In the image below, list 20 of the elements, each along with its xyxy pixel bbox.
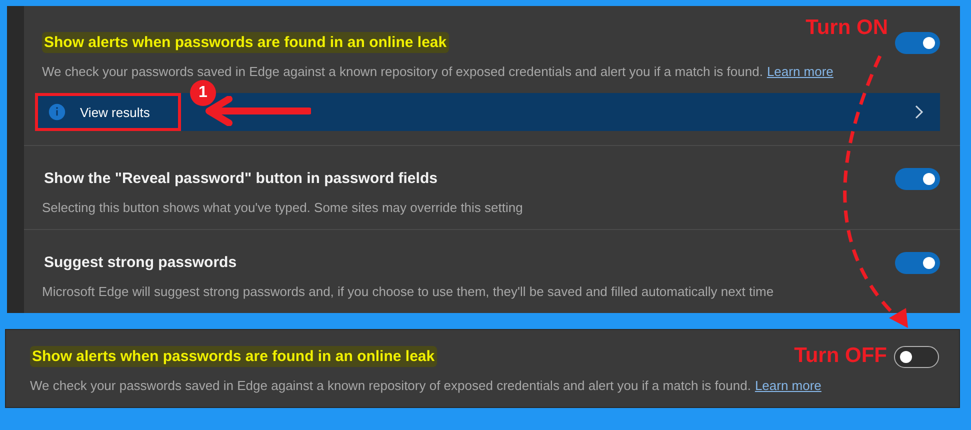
setting-title: Show alerts when passwords are found in an online leak (30, 346, 437, 367)
annotation-label: Turn ON (806, 16, 888, 40)
setting-description: We check your passwords saved in Edge against a known repository of exposed credentials and alert you if a match is found. (30, 378, 751, 393)
annotation-label: Turn OFF (794, 344, 887, 368)
setting-title: Suggest strong passwords (43, 253, 238, 273)
toggle-switch[interactable] (895, 32, 940, 54)
chevron-right-icon[interactable] (914, 104, 924, 120)
learn-more-link[interactable]: Learn more (754, 378, 822, 393)
step-badge: 1 (190, 80, 216, 106)
view-results-button[interactable]: View results (35, 93, 181, 131)
setting-description: We check your passwords saved in Edge against a known repository of exposed credentials and alert you if a match is found. (42, 64, 763, 79)
toggle-switch[interactable] (894, 346, 939, 368)
toggle-switch[interactable] (895, 168, 940, 190)
setting-title: Show alerts when passwords are found in an online leak (42, 32, 449, 53)
info-icon (48, 103, 66, 121)
setting-title: Show the "Reveal password" button in password fields (43, 169, 438, 189)
toggle-switch[interactable] (895, 252, 940, 274)
learn-more-link[interactable]: Learn more (766, 64, 834, 79)
setting-description: Microsoft Edge will suggest strong passwords and, if you choose to use them, they'll be saved and filled automatically next time (42, 284, 774, 299)
setting-description: Selecting this button shows what you've typed. Some sites may override this setting (42, 200, 523, 215)
